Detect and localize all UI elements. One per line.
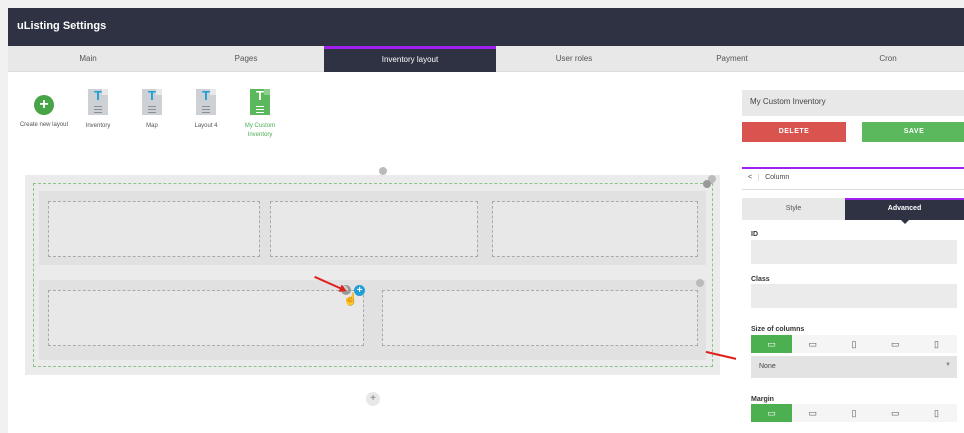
class-field[interactable] <box>751 284 957 308</box>
tab-cron[interactable]: Cron <box>812 46 964 72</box>
tab-payment[interactable]: Payment <box>652 46 812 72</box>
builder-column[interactable] <box>270 201 478 257</box>
back-chevron-icon[interactable]: < <box>748 174 760 181</box>
section-handle[interactable] <box>379 167 387 175</box>
tablet-icon[interactable]: ▯ <box>833 335 874 353</box>
mobile-icon[interactable]: ▯ <box>916 335 957 353</box>
size-of-columns-value: None <box>759 363 776 370</box>
create-layout-label: Create new layout <box>19 122 69 128</box>
layout-item-inventory[interactable]: T Inventory <box>70 89 126 131</box>
size-of-columns-select[interactable]: None ▼ <box>751 356 957 378</box>
laptop-icon[interactable]: ▭ <box>792 404 833 422</box>
desktop-icon[interactable]: ▭ <box>751 404 793 422</box>
tab-main[interactable]: Main <box>8 46 168 72</box>
builder-column[interactable] <box>492 201 698 257</box>
document-icon: T <box>196 89 216 115</box>
layout-item-label: Map <box>146 123 158 129</box>
builder-column[interactable] <box>48 201 260 257</box>
builder-column[interactable] <box>382 290 698 346</box>
row-handle[interactable] <box>703 180 711 188</box>
delete-button[interactable]: DELETE <box>742 122 846 142</box>
document-icon: T <box>142 89 162 115</box>
layout-name-field[interactable]: My Custom Inventory <box>742 90 964 116</box>
tab-inventory-layout[interactable]: Inventory layout <box>324 46 496 77</box>
margin-device-selector: ▭ ▭ ▯ ▭ ▯ <box>751 404 957 422</box>
layout-item-label: Layout 4 <box>194 123 218 129</box>
builder-row-1[interactable] <box>39 191 706 265</box>
builder-column[interactable] <box>48 290 364 346</box>
layout-item-label: Inventory <box>85 123 111 129</box>
main-tabs: Main Pages Inventory layout User roles P… <box>8 46 964 77</box>
document-icon: T <box>250 89 270 115</box>
tab-pages[interactable]: Pages <box>168 46 324 72</box>
app-header: uListing Settings <box>8 8 964 46</box>
tab-advanced[interactable]: Advanced <box>845 198 964 224</box>
save-button[interactable]: SAVE <box>862 122 964 142</box>
panel-title: Column <box>765 174 790 181</box>
mobile-icon[interactable]: ▯ <box>916 404 957 422</box>
size-of-columns-label: Size of columns <box>751 326 805 333</box>
create-layout-button[interactable]: + Create new layout <box>16 89 72 130</box>
tablet-landscape-icon[interactable]: ▭ <box>875 404 916 422</box>
app-title: uListing Settings <box>17 20 107 32</box>
chevron-down-icon: ▼ <box>945 362 951 368</box>
column-panel-header: < Column <box>742 167 964 189</box>
tablet-landscape-icon[interactable]: ▭ <box>875 335 916 353</box>
laptop-icon[interactable]: ▭ <box>792 335 833 353</box>
margin-label: Margin <box>751 396 774 403</box>
layout-item-label: My Custom Inventory <box>244 123 276 138</box>
layout-builder: ✎ + ☝ <box>25 175 720 375</box>
column-subtabs: Style Advanced <box>742 198 964 224</box>
plus-circle-icon: + <box>34 95 54 115</box>
desktop-icon[interactable]: ▭ <box>751 335 793 353</box>
id-field[interactable] <box>751 240 957 264</box>
builder-row-2[interactable] <box>39 280 706 360</box>
document-icon: T <box>88 89 108 115</box>
size-device-selector: ▭ ▭ ▯ ▭ ▯ <box>751 335 957 353</box>
add-row-button[interactable]: + <box>366 392 380 406</box>
hand-cursor-icon: ☝ <box>343 292 358 306</box>
class-label: Class <box>751 276 770 283</box>
tab-user-roles[interactable]: User roles <box>496 46 652 72</box>
tab-style[interactable]: Style <box>742 198 845 220</box>
layout-item-my-custom-inventory[interactable]: T My Custom Inventory <box>232 89 288 140</box>
layout-item-layout-4[interactable]: T Layout 4 <box>178 89 234 131</box>
layout-item-map[interactable]: T Map <box>124 89 180 131</box>
settings-sidebar: My Custom Inventory DELETE SAVE < Column … <box>736 72 964 433</box>
tablet-icon[interactable]: ▯ <box>833 404 874 422</box>
layout-canvas: + Create new layout T Inventory T Map T … <box>8 72 742 433</box>
id-label: ID <box>751 231 758 238</box>
row-handle[interactable] <box>696 279 704 287</box>
